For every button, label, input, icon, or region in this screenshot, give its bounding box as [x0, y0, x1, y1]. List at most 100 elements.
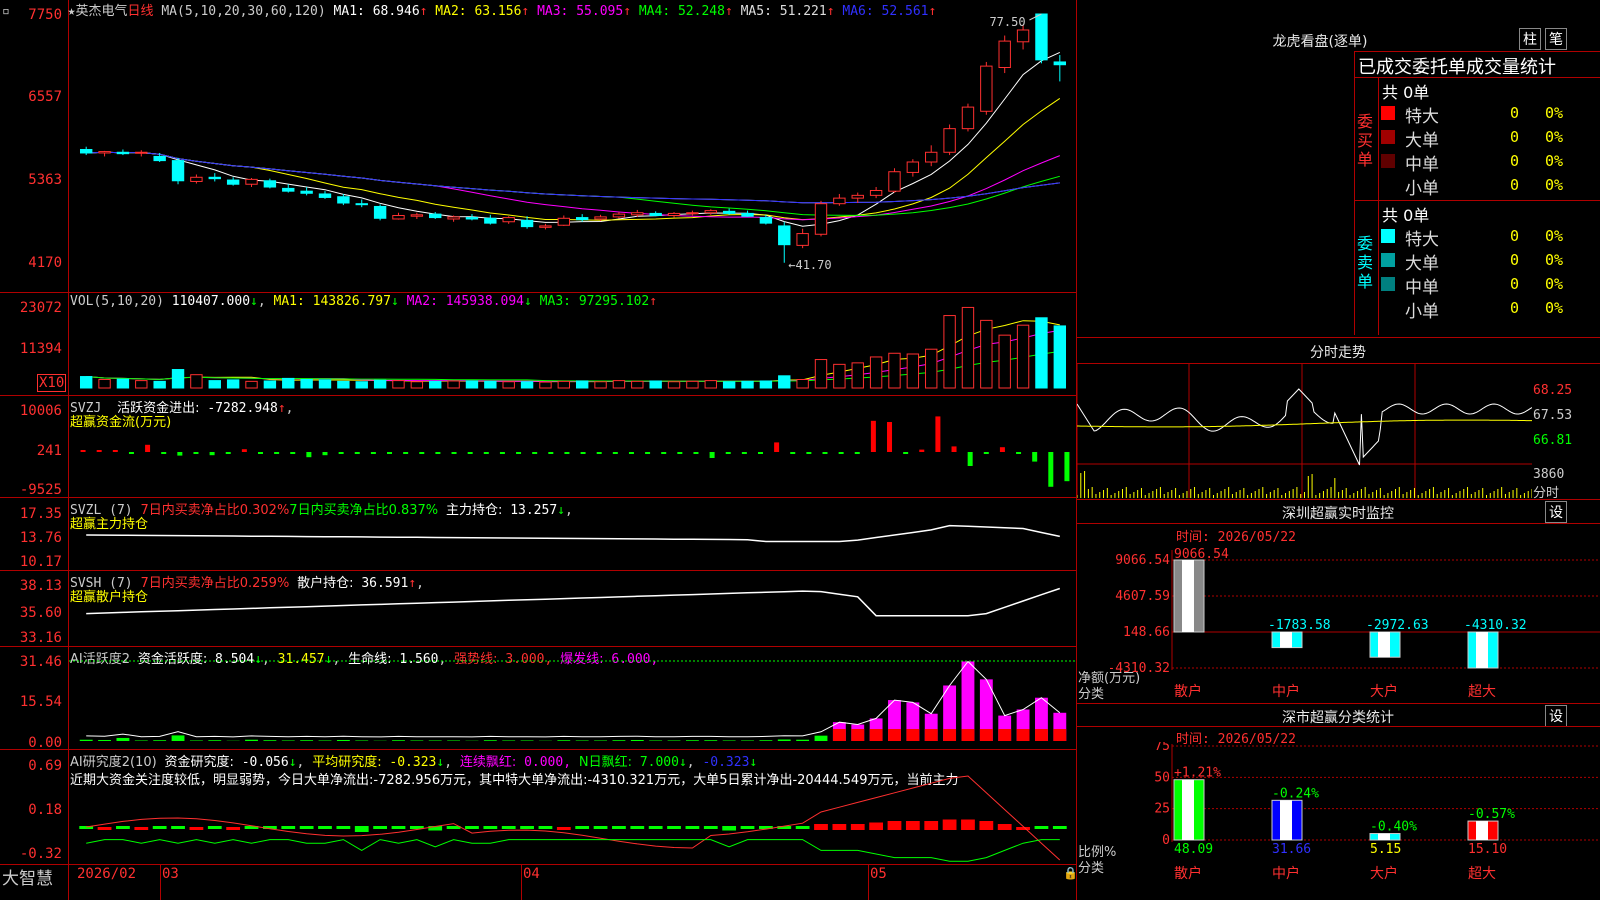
- class-bar-chart[interactable]: 75 50 25 0 +1.21% 48.09 散户 -0.24% 31.66 中户 -0.40% 5…: [1110, 742, 1600, 900]
- activity-bar: [428, 740, 442, 741]
- activity-bar: [741, 740, 754, 741]
- monitor-bar-chart[interactable]: 9066.54 4607.59 148.66 -4310.32 9066.54 散户 -17…: [1110, 540, 1600, 702]
- research-bar: [134, 827, 149, 830]
- flow-bar: [774, 442, 780, 452]
- research-bar: [391, 826, 406, 829]
- candle-body: [778, 225, 791, 246]
- sell-row-swatch-3: [1381, 277, 1395, 291]
- volume-bar: [778, 375, 791, 389]
- tick-mode-button[interactable]: 笔: [1545, 28, 1567, 50]
- sell-row-swatch-2: [1381, 253, 1395, 267]
- volume-bar: [925, 348, 938, 389]
- candle-body: [337, 196, 350, 204]
- research-bar: [997, 824, 1012, 830]
- lock-icon[interactable]: 🔒: [1063, 866, 1078, 880]
- buy-row-label-4: 小单: [1405, 179, 1439, 199]
- monitor-bar-highlight-1: [1182, 560, 1194, 632]
- volume-chart[interactable]: [69, 293, 1076, 395]
- intraday-chart[interactable]: [1077, 364, 1532, 498]
- research-bar: [703, 826, 718, 829]
- research-bar: [520, 826, 534, 829]
- volume-bar: [631, 380, 644, 389]
- flow-bar: [983, 452, 989, 454]
- monitor-settings-button[interactable]: 设: [1545, 501, 1567, 523]
- monitor-category-1: 散户: [1174, 683, 1202, 700]
- svzl-chart[interactable]: [69, 498, 1076, 570]
- flow-bar: [887, 422, 893, 452]
- research-bar: [299, 826, 314, 829]
- candle-body: [447, 216, 460, 220]
- volume-bar: [171, 369, 185, 389]
- volume-bar: [906, 353, 920, 389]
- candlestick-chart[interactable]: 77.50 ←41.70: [69, 0, 1076, 292]
- class-category-4: 超大: [1468, 866, 1496, 882]
- class-change-2: -0.24%: [1272, 786, 1319, 801]
- ai-research-chart[interactable]: [69, 750, 1076, 864]
- volume-bar: [998, 334, 1011, 389]
- volume-bar: [575, 380, 589, 389]
- low-price-label: ←41.70: [788, 258, 831, 272]
- volume-bar: [98, 379, 111, 389]
- x-label-feb: 2026/02: [77, 866, 137, 882]
- candle-body: [282, 187, 295, 192]
- candle-body: [759, 217, 773, 224]
- activity-bar: [392, 740, 405, 741]
- activity-bar: [153, 740, 167, 741]
- activity-base-bar: [961, 729, 975, 741]
- buy-row-count-4: 0: [1510, 176, 1520, 194]
- buy-row-swatch-3: [1381, 154, 1395, 168]
- flow-bar: [322, 452, 328, 456]
- volume-bar: [704, 380, 717, 389]
- volume-bar: [612, 380, 626, 389]
- flow-bar: [193, 452, 199, 454]
- flow-bar: [306, 452, 312, 458]
- flow-bar: [709, 452, 715, 458]
- activity-bar: [814, 735, 828, 741]
- class-y-tick-2: 50: [1154, 770, 1170, 785]
- activity-base-bar: [906, 729, 920, 741]
- candle-body: [814, 203, 828, 235]
- ai-active-chart[interactable]: [69, 647, 1076, 749]
- class-change-1: +1.21%: [1174, 766, 1221, 781]
- monitor-x-label: 分类: [1078, 687, 1105, 702]
- x-tick-may: [868, 864, 869, 900]
- candle-body: [373, 205, 387, 219]
- intraday-top-line: [1076, 337, 1600, 338]
- flow-bar: [354, 452, 360, 454]
- monitor-value-1: 9066.54: [1174, 547, 1229, 562]
- activity-bar: [116, 737, 130, 741]
- class-settings-button[interactable]: 设: [1545, 705, 1567, 727]
- volume-bar: [300, 379, 313, 389]
- activity-bar: [208, 740, 222, 741]
- candle-body: [539, 225, 552, 228]
- research-bar: [318, 826, 332, 829]
- candle-body: [502, 217, 515, 223]
- volume-bar: [190, 374, 203, 389]
- ai-research-y-tick-1: 0.69: [28, 758, 62, 774]
- volume-bar: [392, 380, 405, 389]
- volume-bar: [318, 379, 332, 389]
- activity-base-bar: [1053, 729, 1067, 741]
- activity-base-bar: [998, 729, 1012, 741]
- candle-body: [704, 210, 717, 214]
- sell-row-swatch-4: [1381, 301, 1395, 315]
- monitor-value-2: -1783.58: [1268, 618, 1331, 633]
- volume-bar: [961, 306, 975, 389]
- svzj-chart[interactable]: [69, 396, 1076, 497]
- candle-body: [171, 160, 185, 182]
- candle-body: [557, 217, 571, 226]
- sell-row-count-4: 0: [1510, 299, 1520, 317]
- candle-body: [741, 212, 754, 217]
- research-bar: [979, 821, 994, 830]
- buy-row-count-1: 0: [1510, 104, 1520, 122]
- bar-mode-button[interactable]: 柱: [1519, 28, 1541, 50]
- flow-bar: [645, 452, 651, 454]
- svsh-chart[interactable]: [69, 571, 1076, 646]
- research-bar: [1016, 827, 1030, 830]
- activity-bar: [612, 740, 626, 741]
- sell-row-label-2: 大单: [1405, 254, 1439, 274]
- activity-bar: [649, 740, 663, 741]
- volume-bar: [429, 380, 442, 389]
- longhu-title: 龙虎看盘(逐单): [1272, 34, 1368, 50]
- volume-bar: [263, 380, 277, 389]
